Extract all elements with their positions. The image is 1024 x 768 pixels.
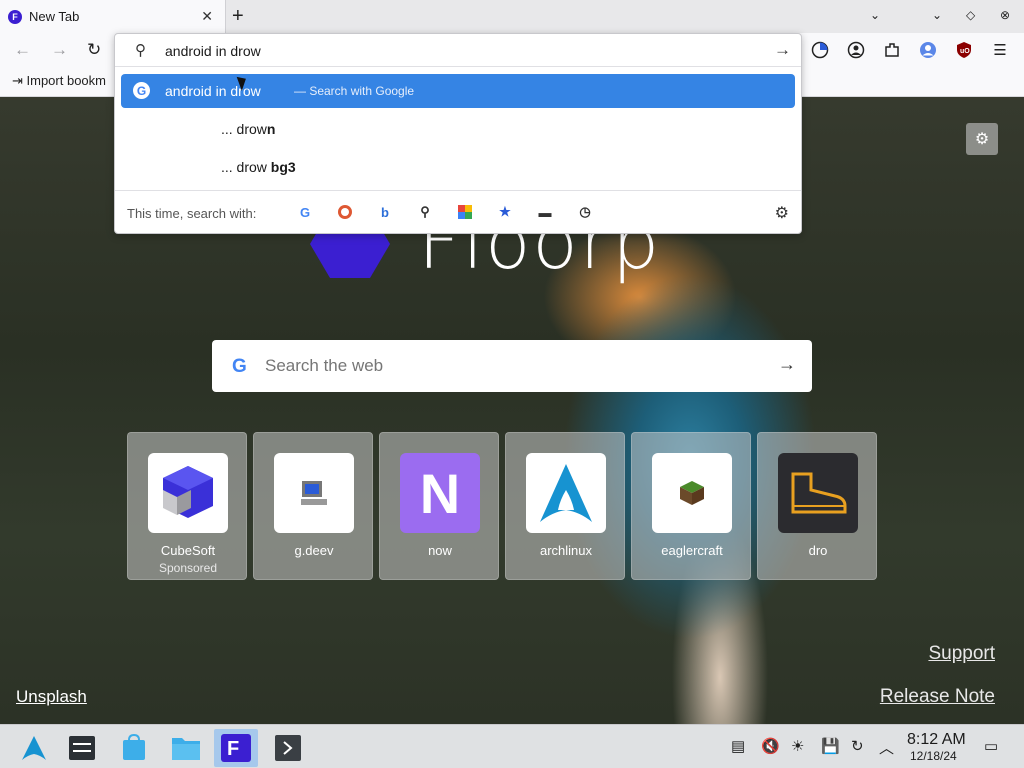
- suggestion-text: ... drown: [221, 121, 276, 137]
- tabs-icon[interactable]: ▬: [536, 203, 554, 221]
- cube-icon: [148, 453, 228, 533]
- urlbar-dropdown: ⚲ android in drow → G android in drow — …: [114, 33, 802, 234]
- tile-dro[interactable]: dro: [757, 432, 877, 580]
- urlbar[interactable]: ⚲ android in drow →: [115, 34, 801, 67]
- search-icon: ⚲: [135, 42, 146, 59]
- photos-icon[interactable]: [456, 203, 474, 221]
- tray-expand-icon[interactable]: ︿: [879, 737, 894, 758]
- duckduckgo-icon[interactable]: [336, 203, 354, 221]
- tab-new-tab[interactable]: F New Tab ✕: [0, 0, 226, 33]
- terminal-icon[interactable]: [266, 729, 310, 767]
- brightness-icon[interactable]: ☀: [791, 737, 804, 755]
- tile-now[interactable]: N now: [379, 432, 499, 580]
- search-settings-gear-icon[interactable]: ⚙: [775, 203, 789, 223]
- list-tabs-icon[interactable]: ⌄: [870, 8, 880, 22]
- show-desktop-icon[interactable]: ▭: [984, 737, 998, 755]
- ublock-icon[interactable]: uO: [954, 40, 974, 60]
- svg-text:uO: uO: [960, 48, 970, 55]
- tile-eaglercraft[interactable]: eaglercraft: [631, 432, 751, 580]
- store-app-icon[interactable]: [112, 729, 156, 767]
- settings-app-icon[interactable]: [60, 729, 104, 767]
- suggestion-search-google[interactable]: G android in drow — Search with Google: [121, 74, 795, 108]
- tile-cubesoft[interactable]: CubeSoft Sponsored: [127, 432, 247, 580]
- bookmarks-icon[interactable]: ★: [496, 203, 514, 221]
- tile-label: eaglercraft: [661, 543, 723, 558]
- menu-icon[interactable]: ☰: [990, 40, 1010, 60]
- tile-label: CubeSoft: [160, 543, 216, 558]
- tile-label: archlinux: [539, 543, 593, 558]
- import-bookmarks-button[interactable]: ⇥ Import bookm: [12, 73, 106, 89]
- svg-text:F: F: [227, 738, 239, 760]
- tab-bar: F New Tab ✕ + ⌄ ⌄ ◇ ⊗: [0, 0, 1024, 33]
- file-manager-icon[interactable]: [164, 729, 208, 767]
- minimize-icon[interactable]: ⌄: [932, 8, 942, 22]
- tile-label: now: [428, 543, 452, 558]
- unsplash-link[interactable]: Unsplash: [16, 687, 87, 707]
- reload-icon[interactable]: ↻: [87, 40, 101, 60]
- go-arrow-icon[interactable]: →: [774, 40, 791, 60]
- clock-date[interactable]: 12/18/24: [910, 749, 957, 763]
- back-icon[interactable]: ←: [14, 40, 31, 60]
- floorp-taskbar-icon[interactable]: F: [214, 729, 258, 767]
- storage-icon[interactable]: 💾: [821, 737, 840, 755]
- clipboard-icon[interactable]: ▤: [731, 737, 745, 755]
- arch-icon: [526, 453, 606, 533]
- tile-label: g.deev: [294, 543, 334, 558]
- google-icon[interactable]: G: [296, 203, 314, 221]
- search-with-bar: This time, search with: G b ⚲ ★ ▬ ◷ ⚙: [115, 190, 801, 234]
- extensions-icon[interactable]: [882, 40, 902, 60]
- history-icon[interactable]: ◷: [576, 203, 594, 221]
- new-tab-button[interactable]: +: [232, 5, 244, 28]
- grass-block-icon: [652, 453, 732, 533]
- account-icon[interactable]: [846, 40, 866, 60]
- boot-icon: [778, 453, 858, 533]
- volume-muted-icon[interactable]: 🔇: [761, 737, 780, 755]
- tile-archlinux[interactable]: archlinux: [505, 432, 625, 580]
- suggestion-drow-bg3[interactable]: ... drow bg3: [121, 150, 795, 184]
- bing-icon[interactable]: b: [376, 203, 394, 221]
- tile-gdeev[interactable]: g.deev: [253, 432, 373, 580]
- tab-title: New Tab: [29, 9, 80, 24]
- computer-icon: [274, 453, 354, 533]
- sponsored-label: Sponsored: [158, 561, 218, 575]
- web-search-box[interactable]: G Search the web →: [212, 340, 812, 392]
- release-note-link[interactable]: Release Note: [880, 686, 995, 708]
- taskbar: F ▤ 🔇 ☀ 💾 ↻ ︿ 8:12 AM 12/18/24 ▭: [0, 724, 1024, 768]
- sidebar-icon[interactable]: [810, 40, 830, 60]
- url-input[interactable]: android in drow: [165, 43, 261, 59]
- search-submit-icon[interactable]: →: [778, 354, 796, 375]
- clock-time[interactable]: 8:12 AM: [907, 731, 966, 749]
- search-icon[interactable]: ⚲: [416, 203, 434, 221]
- profile-icon[interactable]: [918, 40, 938, 60]
- search-with-label: This time, search with:: [127, 206, 257, 221]
- support-link[interactable]: Support: [928, 643, 995, 665]
- page-settings-gear-icon[interactable]: ⚙: [966, 123, 998, 155]
- google-icon: G: [133, 82, 150, 99]
- now-icon: N: [400, 453, 480, 533]
- top-sites: CubeSoft Sponsored g.deev N now archlinu…: [127, 432, 887, 582]
- maximize-icon[interactable]: ◇: [966, 8, 975, 22]
- google-icon: G: [232, 356, 247, 377]
- updates-icon[interactable]: ↻: [851, 737, 864, 755]
- app-launcher-icon[interactable]: [12, 729, 56, 767]
- tile-label: dro: [808, 543, 828, 558]
- web-search-input[interactable]: Search the web: [265, 356, 383, 376]
- close-window-icon[interactable]: ⊗: [1000, 8, 1010, 22]
- suggestion-text: ... drow bg3: [221, 159, 296, 175]
- suggestion-drown[interactable]: ... drown: [121, 112, 795, 146]
- forward-icon[interactable]: →: [51, 40, 68, 60]
- floorp-favicon-icon: F: [8, 9, 22, 24]
- suggestion-hint: — Search with Google: [294, 84, 415, 98]
- tab-close-icon[interactable]: ✕: [201, 8, 213, 25]
